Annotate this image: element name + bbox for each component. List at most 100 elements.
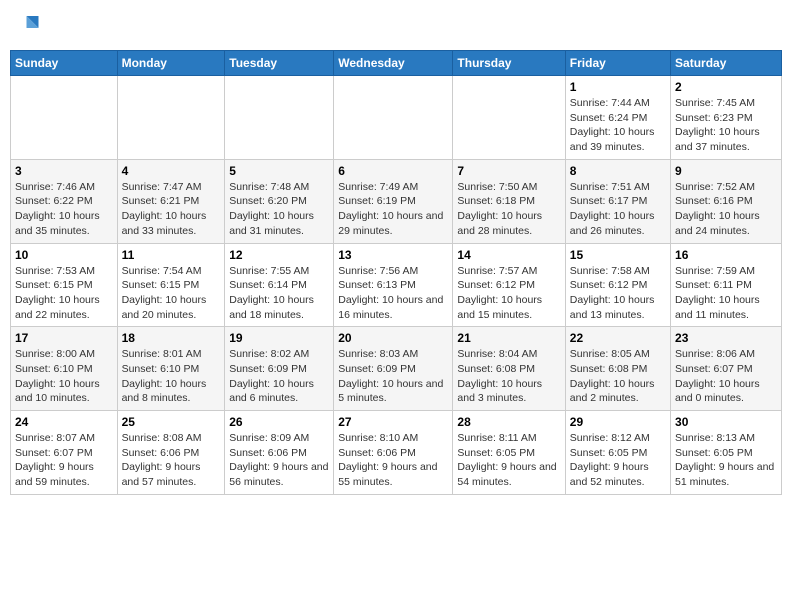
day-cell: 6Sunrise: 7:49 AM Sunset: 6:19 PM Daylig… xyxy=(334,159,453,243)
page-header xyxy=(10,10,782,40)
day-cell: 19 Sunrise: 8:02 AM Sunset: 6:09 PM Dayli… xyxy=(225,327,334,411)
day-number: 7 xyxy=(457,164,560,178)
week-row-3: 17 Sunrise: 8:00 AM Sunset: 6:10 PM Dayli… xyxy=(11,327,782,411)
day-number: 17 xyxy=(15,331,113,345)
week-row-1: 3Sunrise: 7:46 AM Sunset: 6:22 PM Daylig… xyxy=(11,159,782,243)
day-info: Sunrise: 7:56 AM Sunset: 6:13 PM Dayligh… xyxy=(338,264,448,323)
day-cell: 8 Sunrise: 7:51 AM Sunset: 6:17 PM Daylig… xyxy=(565,159,670,243)
logo xyxy=(10,10,44,40)
day-info: Sunrise: 8:01 AM Sunset: 6:10 PM Dayligh… xyxy=(122,347,221,406)
day-cell: 27Sunrise: 8:10 AM Sunset: 6:06 PM Dayli… xyxy=(334,411,453,495)
day-cell: 14 Sunrise: 7:57 AM Sunset: 6:12 PM Dayli… xyxy=(453,243,565,327)
day-info: Sunrise: 8:02 AM Sunset: 6:09 PM Dayligh… xyxy=(229,347,329,406)
header-cell-friday: Friday xyxy=(565,51,670,76)
day-number: 25 xyxy=(122,415,221,429)
day-number: 26 xyxy=(229,415,329,429)
day-number: 13 xyxy=(338,248,448,262)
day-cell: 15 Sunrise: 7:58 AM Sunset: 6:12 PM Dayli… xyxy=(565,243,670,327)
day-number: 9 xyxy=(675,164,777,178)
day-cell: 18 Sunrise: 8:01 AM Sunset: 6:10 PM Dayli… xyxy=(117,327,225,411)
day-number: 10 xyxy=(15,248,113,262)
day-number: 5 xyxy=(229,164,329,178)
calendar-header: SundayMondayTuesdayWednesdayThursdayFrid… xyxy=(11,51,782,76)
day-number: 6 xyxy=(338,164,448,178)
day-info: Sunrise: 8:04 AM Sunset: 6:08 PM Dayligh… xyxy=(457,347,560,406)
calendar-body: 1 Sunrise: 7:44 AM Sunset: 6:24 PM Daylig… xyxy=(11,76,782,495)
day-cell: 11 Sunrise: 7:54 AM Sunset: 6:15 PM Dayli… xyxy=(117,243,225,327)
day-number: 8 xyxy=(570,164,666,178)
day-cell: 25 Sunrise: 8:08 AM Sunset: 6:06 PM Dayli… xyxy=(117,411,225,495)
day-number: 15 xyxy=(570,248,666,262)
day-info: Sunrise: 7:44 AM Sunset: 6:24 PM Dayligh… xyxy=(570,96,666,155)
day-info: Sunrise: 7:53 AM Sunset: 6:15 PM Dayligh… xyxy=(15,264,113,323)
day-number: 20 xyxy=(338,331,448,345)
day-cell: 22Sunrise: 8:05 AM Sunset: 6:08 PM Dayli… xyxy=(565,327,670,411)
day-number: 21 xyxy=(457,331,560,345)
day-info: Sunrise: 8:12 AM Sunset: 6:05 PM Dayligh… xyxy=(570,431,666,490)
day-info: Sunrise: 8:07 AM Sunset: 6:07 PM Dayligh… xyxy=(15,431,113,490)
day-cell xyxy=(334,76,453,160)
day-cell: 29 Sunrise: 8:12 AM Sunset: 6:05 PM Dayli… xyxy=(565,411,670,495)
day-info: Sunrise: 8:08 AM Sunset: 6:06 PM Dayligh… xyxy=(122,431,221,490)
day-info: Sunrise: 8:09 AM Sunset: 6:06 PM Dayligh… xyxy=(229,431,329,490)
day-number: 30 xyxy=(675,415,777,429)
day-info: Sunrise: 8:00 AM Sunset: 6:10 PM Dayligh… xyxy=(15,347,113,406)
day-cell xyxy=(225,76,334,160)
day-number: 18 xyxy=(122,331,221,345)
day-info: Sunrise: 7:55 AM Sunset: 6:14 PM Dayligh… xyxy=(229,264,329,323)
day-info: Sunrise: 7:52 AM Sunset: 6:16 PM Dayligh… xyxy=(675,180,777,239)
day-cell: 12 Sunrise: 7:55 AM Sunset: 6:14 PM Dayli… xyxy=(225,243,334,327)
day-info: Sunrise: 8:03 AM Sunset: 6:09 PM Dayligh… xyxy=(338,347,448,406)
day-number: 23 xyxy=(675,331,777,345)
day-number: 12 xyxy=(229,248,329,262)
header-cell-sunday: Sunday xyxy=(11,51,118,76)
day-info: Sunrise: 8:11 AM Sunset: 6:05 PM Dayligh… xyxy=(457,431,560,490)
day-info: Sunrise: 7:46 AM Sunset: 6:22 PM Dayligh… xyxy=(15,180,113,239)
day-number: 16 xyxy=(675,248,777,262)
day-cell: 4Sunrise: 7:47 AM Sunset: 6:21 PM Daylig… xyxy=(117,159,225,243)
day-info: Sunrise: 7:59 AM Sunset: 6:11 PM Dayligh… xyxy=(675,264,777,323)
day-number: 11 xyxy=(122,248,221,262)
day-info: Sunrise: 7:58 AM Sunset: 6:12 PM Dayligh… xyxy=(570,264,666,323)
day-cell: 16 Sunrise: 7:59 AM Sunset: 6:11 PM Dayli… xyxy=(671,243,782,327)
day-number: 14 xyxy=(457,248,560,262)
day-number: 29 xyxy=(570,415,666,429)
day-number: 1 xyxy=(570,80,666,94)
day-cell: 24 Sunrise: 8:07 AM Sunset: 6:07 PM Dayli… xyxy=(11,411,118,495)
day-cell: 28Sunrise: 8:11 AM Sunset: 6:05 PM Dayli… xyxy=(453,411,565,495)
day-info: Sunrise: 7:51 AM Sunset: 6:17 PM Dayligh… xyxy=(570,180,666,239)
header-cell-thursday: Thursday xyxy=(453,51,565,76)
day-cell: 21 Sunrise: 8:04 AM Sunset: 6:08 PM Dayli… xyxy=(453,327,565,411)
day-cell: 26 Sunrise: 8:09 AM Sunset: 6:06 PM Dayli… xyxy=(225,411,334,495)
day-info: Sunrise: 8:05 AM Sunset: 6:08 PM Dayligh… xyxy=(570,347,666,406)
day-info: Sunrise: 7:50 AM Sunset: 6:18 PM Dayligh… xyxy=(457,180,560,239)
day-number: 2 xyxy=(675,80,777,94)
header-cell-monday: Monday xyxy=(117,51,225,76)
header-row: SundayMondayTuesdayWednesdayThursdayFrid… xyxy=(11,51,782,76)
day-number: 19 xyxy=(229,331,329,345)
day-cell xyxy=(117,76,225,160)
day-cell: 9 Sunrise: 7:52 AM Sunset: 6:16 PM Daylig… xyxy=(671,159,782,243)
day-info: Sunrise: 7:57 AM Sunset: 6:12 PM Dayligh… xyxy=(457,264,560,323)
day-cell: 5 Sunrise: 7:48 AM Sunset: 6:20 PM Daylig… xyxy=(225,159,334,243)
day-info: Sunrise: 7:48 AM Sunset: 6:20 PM Dayligh… xyxy=(229,180,329,239)
day-cell: 13 Sunrise: 7:56 AM Sunset: 6:13 PM Dayli… xyxy=(334,243,453,327)
header-cell-wednesday: Wednesday xyxy=(334,51,453,76)
day-info: Sunrise: 7:45 AM Sunset: 6:23 PM Dayligh… xyxy=(675,96,777,155)
day-number: 24 xyxy=(15,415,113,429)
day-cell xyxy=(453,76,565,160)
day-cell: 7 Sunrise: 7:50 AM Sunset: 6:18 PM Daylig… xyxy=(453,159,565,243)
header-cell-tuesday: Tuesday xyxy=(225,51,334,76)
day-cell: 3Sunrise: 7:46 AM Sunset: 6:22 PM Daylig… xyxy=(11,159,118,243)
logo-icon xyxy=(10,10,40,40)
day-info: Sunrise: 8:10 AM Sunset: 6:06 PM Dayligh… xyxy=(338,431,448,490)
day-cell: 30Sunrise: 8:13 AM Sunset: 6:05 PM Dayli… xyxy=(671,411,782,495)
week-row-2: 10 Sunrise: 7:53 AM Sunset: 6:15 PM Dayli… xyxy=(11,243,782,327)
day-info: Sunrise: 8:06 AM Sunset: 6:07 PM Dayligh… xyxy=(675,347,777,406)
day-cell: 17 Sunrise: 8:00 AM Sunset: 6:10 PM Dayli… xyxy=(11,327,118,411)
day-cell: 10 Sunrise: 7:53 AM Sunset: 6:15 PM Dayli… xyxy=(11,243,118,327)
week-row-4: 24 Sunrise: 8:07 AM Sunset: 6:07 PM Dayli… xyxy=(11,411,782,495)
day-info: Sunrise: 7:54 AM Sunset: 6:15 PM Dayligh… xyxy=(122,264,221,323)
calendar-table: SundayMondayTuesdayWednesdayThursdayFrid… xyxy=(10,50,782,495)
day-cell: 2 Sunrise: 7:45 AM Sunset: 6:23 PM Daylig… xyxy=(671,76,782,160)
